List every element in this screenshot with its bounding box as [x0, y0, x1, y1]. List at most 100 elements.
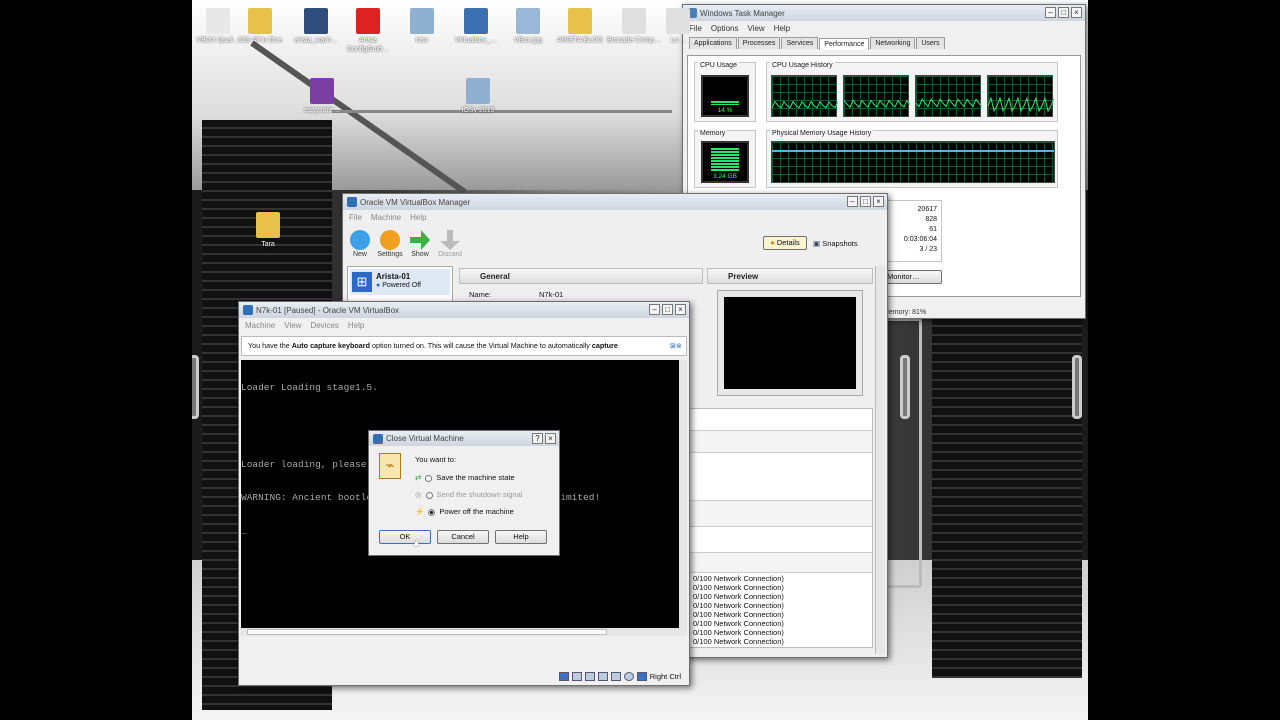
file-icon	[310, 78, 334, 104]
vm-os-icon: ⊞	[352, 272, 372, 292]
usb-icon[interactable]	[584, 672, 595, 681]
desktop-icon[interactable]: iosv	[392, 8, 452, 45]
minimize-button[interactable]: –	[1045, 7, 1056, 18]
desktop-icon-label: arista_warri…	[294, 37, 338, 44]
maximize-button[interactable]: □	[662, 304, 673, 315]
tab-users[interactable]: Users	[916, 37, 945, 49]
details-label: Details	[776, 238, 800, 247]
tab-services[interactable]: Services	[781, 37, 819, 49]
memory-label: Memory	[698, 130, 728, 137]
file-icon	[356, 8, 380, 34]
vm-titlebar[interactable]: N7k-01 [Paused] - Oracle VM VirtualBox –…	[239, 302, 689, 318]
desktop-icon[interactable]: Lo…	[648, 8, 708, 45]
window-title: N7k-01 [Paused] - Oracle VM VirtualBox	[256, 305, 400, 315]
vm-state-label: Powered Off	[382, 282, 421, 289]
stat-handles: 20617	[917, 206, 937, 213]
option-save-state[interactable]: ⇄ Save the machine state	[415, 469, 522, 486]
dialog-help-button[interactable]: ?	[532, 433, 543, 444]
folder-icon	[256, 212, 280, 238]
network-adapter-line: 0/100 Network Connection)	[693, 610, 784, 619]
snapshots-button[interactable]: ▣ Snapshots	[813, 239, 858, 248]
banner-bold-2: capture	[591, 341, 618, 350]
desktop-icon[interactable]: VBox.jpg	[498, 8, 558, 45]
desktop-icon[interactable]: Tara	[238, 212, 298, 249]
desktop-icon[interactable]: ARISTA BLOG	[550, 8, 610, 45]
dialog-titlebar[interactable]: Close Virtual Machine ? ×	[369, 431, 559, 446]
new-button[interactable]: New	[345, 230, 375, 258]
memory-value: 3.24 GB	[713, 173, 737, 180]
shared-folder-icon[interactable]	[610, 672, 621, 681]
menu-machine[interactable]: Machine	[371, 213, 401, 222]
memory-history-line	[772, 150, 1054, 152]
desktop-icon[interactable]: IOS All in One	[230, 8, 290, 45]
network-adapters: 0/100 Network Connection) 0/100 Network …	[690, 573, 872, 646]
close-button[interactable]: ×	[1071, 7, 1082, 18]
discard-button[interactable]: Discard	[435, 230, 465, 258]
preview-section-header[interactable]: Preview	[707, 268, 873, 284]
file-icon	[464, 8, 488, 34]
maximize-button[interactable]: □	[860, 196, 871, 207]
menu-bar: File Machine Help	[343, 210, 887, 224]
file-icon	[248, 8, 272, 34]
menu-help[interactable]: Help	[348, 321, 364, 330]
banner-close-icon[interactable]: ⊠⊗	[670, 337, 682, 355]
maximize-button[interactable]: □	[1058, 7, 1069, 18]
menu-machine[interactable]: Machine	[245, 321, 275, 330]
dialog-title: Close Virtual Machine	[386, 434, 464, 443]
menu-options[interactable]: Options	[711, 24, 739, 33]
vertical-scrollbar[interactable]	[679, 360, 687, 628]
details-button[interactable]: ● Details	[763, 236, 807, 250]
help-button[interactable]: Help	[495, 530, 547, 544]
desktop-icon[interactable]: arista_warri…	[286, 8, 346, 45]
discard-label: Discard	[438, 251, 462, 258]
menu-help[interactable]: Help	[410, 213, 426, 222]
ok-button[interactable]: OK	[379, 530, 431, 544]
optical-drive-icon[interactable]	[571, 672, 582, 681]
dialog-close-button[interactable]: ×	[545, 433, 556, 444]
menu-devices[interactable]: Devices	[310, 321, 338, 330]
banner-text-2: option turned on. This will cause the Vi…	[369, 341, 592, 350]
close-button[interactable]: ×	[873, 196, 884, 207]
settings-button[interactable]: Settings	[375, 230, 405, 258]
tab-performance[interactable]: Performance	[819, 38, 870, 50]
general-section-header[interactable]: General	[459, 268, 703, 284]
file-icon	[666, 8, 690, 34]
task-manager-titlebar[interactable]: Windows Task Manager – □ ×	[683, 5, 1085, 21]
desktop: Windows Task Manager – □ × File Options …	[192, 0, 1088, 720]
close-button[interactable]: ×	[675, 304, 686, 315]
minimize-button[interactable]: –	[847, 196, 858, 207]
network-icon[interactable]	[597, 672, 608, 681]
save-state-icon: ⇄	[415, 473, 422, 482]
desktop-icon-label: Lo…	[670, 37, 686, 44]
menu-file[interactable]: File	[349, 213, 362, 222]
vbm-titlebar[interactable]: Oracle VM VirtualBox Manager – □ ×	[343, 194, 887, 210]
desktop-icon[interactable]: Virtualbox_…	[446, 8, 506, 45]
radio-power-off[interactable]	[428, 508, 436, 516]
vm-list-item[interactable]: ⊞ Arista-01 ● Powered Off	[350, 269, 450, 295]
mouse-integration-icon[interactable]	[623, 672, 634, 681]
minimize-button[interactable]: –	[649, 304, 660, 315]
resource-monitor-button[interactable]: Monitor…	[884, 270, 942, 284]
radio-save-state[interactable]	[425, 474, 433, 482]
console-line: Loader Loading stage1.5.	[241, 382, 378, 393]
desktop-icon[interactable]: Arista ConfigGuid…	[338, 8, 398, 54]
arrow-down-icon	[440, 230, 460, 250]
menu-help[interactable]: Help	[774, 24, 790, 33]
option-power-off[interactable]: ⚡ Power off the machine	[415, 503, 522, 520]
horizontal-scrollbar[interactable]	[241, 628, 687, 636]
cancel-button[interactable]: Cancel	[437, 530, 489, 544]
menu-view[interactable]: View	[284, 321, 301, 330]
window-title: Windows Task Manager	[700, 8, 785, 18]
show-button[interactable]: Show	[405, 230, 435, 258]
menu-view[interactable]: View	[747, 24, 764, 33]
desktop-icon[interactable]: IOSv 2015	[448, 78, 508, 115]
hard-disk-icon[interactable]	[558, 672, 569, 681]
option-save-state-label: Save the machine state	[436, 473, 515, 482]
virtualbox-icon	[243, 305, 253, 315]
tab-networking[interactable]: Networking	[870, 37, 916, 49]
system-stats: 20617 828 61 0:03:06:04 3 / 23	[884, 200, 942, 262]
desktop-icon-label: Tara	[261, 241, 275, 248]
tab-processes[interactable]: Processes	[737, 37, 781, 49]
vertical-scrollbar[interactable]	[875, 266, 885, 654]
desktop-icon[interactable]: easy.rare…	[292, 78, 352, 115]
